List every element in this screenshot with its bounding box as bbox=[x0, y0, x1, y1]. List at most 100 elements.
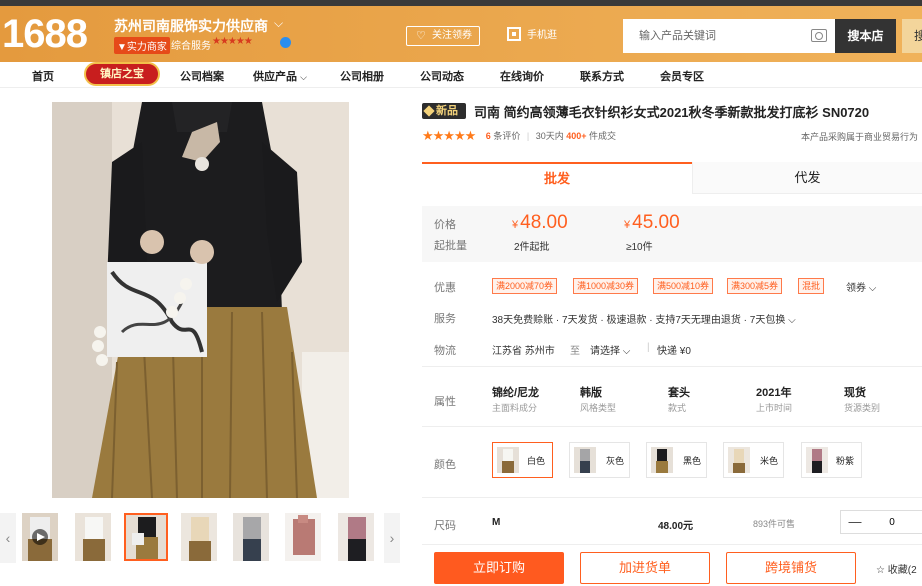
color-option-black[interactable]: 黑色 bbox=[646, 442, 707, 478]
search-box bbox=[623, 19, 835, 53]
attr-type-key: 款式 bbox=[668, 403, 687, 413]
coupon-500[interactable]: 满500减10券 bbox=[653, 278, 714, 294]
coupon-300[interactable]: 满300减5券 bbox=[727, 278, 783, 294]
chevron-down-icon: ⌵ bbox=[868, 283, 877, 294]
nav-inquiry[interactable]: 在线询价 bbox=[500, 68, 544, 84]
review-count[interactable]: 6 bbox=[486, 131, 491, 141]
thumbnail-6[interactable] bbox=[285, 513, 321, 561]
divider bbox=[422, 497, 922, 498]
attr-style-key: 风格类型 bbox=[580, 403, 617, 413]
color-option-white[interactable]: 白色 bbox=[492, 442, 553, 478]
thumbnail-video[interactable] bbox=[22, 513, 58, 561]
service-text: 38天免费赊账 · 7天发货 · 极速退款 · 支持7天无理由退货 · 7天包换 bbox=[492, 315, 786, 326]
attr-year-key: 上市时间 bbox=[756, 403, 793, 413]
shipping-fee: 快递 ¥0 bbox=[657, 346, 691, 357]
size-label: 尺码 bbox=[434, 520, 456, 532]
thumbnail-image bbox=[181, 513, 217, 561]
color-name: 米色 bbox=[760, 456, 779, 466]
attr-material-key: 主面料成分 bbox=[492, 403, 538, 413]
ship-to-label: 至 bbox=[570, 346, 580, 357]
currency-symbol: ¥ bbox=[624, 219, 631, 231]
search-site-button[interactable]: 搜 bbox=[902, 19, 922, 53]
color-thumb bbox=[497, 447, 519, 473]
coupon-1000[interactable]: 满1000减30券 bbox=[573, 278, 639, 294]
nav-treasure[interactable]: 镇店之宝 bbox=[84, 62, 160, 86]
nav-contact[interactable]: 联系方式 bbox=[580, 68, 624, 84]
destination-select[interactable]: 请选择 ⌵ bbox=[590, 342, 630, 357]
thumbnail-3[interactable] bbox=[124, 513, 168, 561]
favorite-button[interactable]: ☆ 收藏(2 bbox=[876, 561, 917, 576]
color-label: 颜色 bbox=[434, 459, 456, 471]
mixed-batch-tag: 混批 bbox=[798, 278, 825, 294]
heart-icon: ♡ bbox=[416, 30, 426, 42]
rating-row: ★★★★★ 6 条评价 | 30天内 400+ 件成交 bbox=[422, 128, 616, 144]
review-label[interactable]: 条评价 bbox=[493, 131, 520, 141]
search-shop-button[interactable]: 搜本店 bbox=[835, 19, 896, 53]
color-thumb bbox=[574, 447, 596, 473]
thumbnail-7[interactable] bbox=[338, 513, 374, 561]
trade-note: 本产品采购属于商业贸易行为 bbox=[801, 132, 919, 142]
attr-year-value: 2021年 bbox=[756, 387, 792, 399]
camera-icon[interactable] bbox=[811, 29, 827, 42]
thumbnail-strip: ‹ › bbox=[0, 513, 400, 563]
get-coupon-label: 领券 bbox=[846, 283, 866, 294]
favorite-label: 收藏(2 bbox=[887, 565, 917, 576]
nav-products[interactable]: 供应产品 ⌵ bbox=[253, 68, 307, 84]
coupon-2000[interactable]: 满2000减70券 bbox=[492, 278, 558, 294]
nav-album[interactable]: 公司相册 bbox=[340, 68, 384, 84]
divider bbox=[422, 366, 922, 367]
get-coupon-link[interactable]: 领券 ⌵ bbox=[846, 279, 876, 294]
cross-border-button[interactable]: 跨境铺货 bbox=[726, 552, 856, 584]
product-main-image[interactable] bbox=[52, 102, 349, 498]
attributes-label: 属性 bbox=[434, 396, 456, 408]
color-option-gray[interactable]: 灰色 bbox=[569, 442, 630, 478]
price-tier-2-qty: ≥10件 bbox=[626, 242, 653, 253]
thumbnail-4[interactable] bbox=[181, 513, 217, 561]
thumbnail-5[interactable] bbox=[233, 513, 269, 561]
product-title: 司南 简约高领薄毛衣针织衫女式2021秋冬季新款批发打底衫 SN0720 bbox=[474, 105, 870, 120]
moq-label: 起批量 bbox=[434, 240, 467, 252]
verified-icon bbox=[280, 37, 291, 48]
order-now-button[interactable]: 立即订购 bbox=[434, 552, 564, 584]
chevron-down-icon[interactable]: ⌵ bbox=[274, 16, 283, 31]
attr-type-value: 套头 bbox=[668, 387, 690, 399]
color-option-beige[interactable]: 米色 bbox=[723, 442, 784, 478]
nav-company-profile[interactable]: 公司档案 bbox=[180, 68, 224, 84]
decrement-button[interactable]: — bbox=[841, 511, 869, 533]
tab-wholesale[interactable]: 批发 bbox=[422, 162, 692, 194]
color-option-pink-purple[interactable]: 粉紫 bbox=[801, 442, 862, 478]
quantity-input[interactable] bbox=[877, 511, 907, 533]
price-tier-1-qty: 2件起批 bbox=[514, 242, 550, 253]
thumbnail-2[interactable] bbox=[75, 513, 111, 561]
tab-dropship[interactable]: 代发 bbox=[692, 162, 922, 194]
currency-symbol: ¥ bbox=[512, 219, 519, 231]
thumbnail-image bbox=[233, 513, 269, 561]
thumbnail-image bbox=[126, 515, 166, 559]
chevron-right-icon[interactable]: › bbox=[384, 513, 400, 563]
nav-members[interactable]: 会员专区 bbox=[660, 68, 704, 84]
separator: | bbox=[526, 131, 530, 141]
service-score-stars: ★★★★★ bbox=[212, 36, 253, 47]
sold-count: 400+ bbox=[566, 131, 587, 141]
chevron-left-icon[interactable]: ‹ bbox=[0, 513, 16, 563]
follow-coupon-button[interactable]: ♡ 关注领券 bbox=[406, 26, 480, 46]
shop-name[interactable]: 苏州司南服饰实力供应商 bbox=[114, 16, 268, 36]
add-to-cart-button[interactable]: 加进货单 bbox=[580, 552, 710, 584]
search-input[interactable] bbox=[623, 19, 803, 53]
new-product-badge: 新品 bbox=[422, 103, 466, 119]
coupon-label: 优惠 bbox=[434, 282, 456, 294]
mobile-browse-link[interactable]: 手机逛 bbox=[507, 26, 557, 41]
chevron-down-icon: ⌵ bbox=[622, 346, 631, 357]
product-title-row: 新品 司南 简约高领薄毛衣针织衫女式2021秋冬季新款批发打底衫 SN0720 bbox=[422, 102, 922, 122]
price-label: 价格 bbox=[434, 219, 456, 231]
nav-news[interactable]: 公司动态 bbox=[420, 68, 464, 84]
strength-merchant-badge: ▼实力商家 bbox=[114, 37, 170, 54]
site-logo[interactable]: 1688 bbox=[2, 12, 88, 57]
nav-home[interactable]: 首页 bbox=[32, 68, 54, 84]
shop-nav: 首页 镇店之宝 公司档案 供应产品 ⌵ 公司相册 公司动态 在线询价 联系方式 … bbox=[0, 62, 922, 88]
color-name: 灰色 bbox=[606, 456, 625, 466]
sold-label: 件成交 bbox=[589, 131, 617, 141]
service-list[interactable]: 38天免费赊账 · 7天发货 · 极速退款 · 支持7天无理由退货 · 7天包换… bbox=[492, 311, 796, 326]
star-icon: ☆ bbox=[876, 565, 885, 576]
thumbnail-image bbox=[75, 513, 111, 561]
